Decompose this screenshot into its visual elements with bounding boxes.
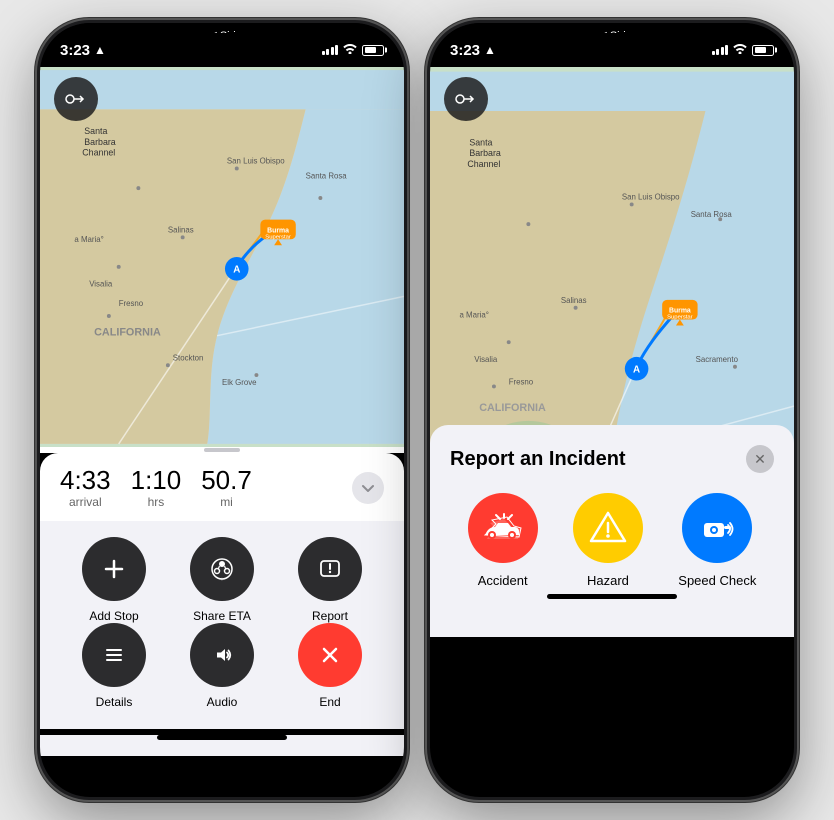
- hazard-icon: [573, 493, 643, 563]
- svg-text:Sacramento: Sacramento: [696, 355, 739, 364]
- svg-text:A: A: [633, 365, 640, 376]
- details-label: Details: [96, 695, 133, 709]
- home-indicator-1: [157, 735, 287, 740]
- speed-check-label: Speed Check: [678, 573, 756, 588]
- speed-check-option[interactable]: Speed Check: [678, 493, 756, 588]
- svg-text:Channel: Channel: [82, 148, 115, 158]
- svg-text:Fresno: Fresno: [509, 377, 534, 386]
- svg-text:Santa: Santa: [84, 126, 107, 136]
- dynamic-island: [162, 33, 282, 67]
- nav-back-button-1[interactable]: [54, 77, 98, 121]
- signal-bars-2: [712, 45, 729, 55]
- speed-check-icon: [682, 493, 752, 563]
- home-indicator-2: [547, 594, 677, 599]
- svg-text:Fresno: Fresno: [119, 299, 144, 308]
- svg-text:San Luis Obispo: San Luis Obispo: [227, 157, 285, 166]
- share-eta-label: Share ETA: [193, 609, 251, 623]
- svg-text:Stockton: Stockton: [173, 353, 204, 362]
- battery-icon-2: [752, 45, 774, 56]
- svg-text:Barbara: Barbara: [469, 148, 501, 158]
- incident-options: Accident Hazard: [450, 493, 774, 588]
- distance-value: 50.7: [201, 467, 252, 493]
- share-eta-button[interactable]: + Share ETA: [168, 537, 276, 623]
- svg-text:CALIFORNIA: CALIFORNIA: [94, 327, 161, 339]
- duration-label: hrs: [131, 495, 182, 509]
- svg-text:Santa Rosa: Santa Rosa: [306, 171, 348, 180]
- phone-2: 3:23 ▲ ◀ Siri: [427, 20, 797, 800]
- svg-text:Santa Rosa: Santa Rosa: [691, 210, 733, 219]
- dynamic-island-2: [552, 33, 672, 67]
- accident-option[interactable]: Accident: [468, 493, 538, 588]
- time-text-2: 3:23: [450, 42, 480, 59]
- location-arrow-1: ▲: [94, 43, 106, 57]
- action-grid-1: Add Stop + Share ETA: [40, 521, 404, 729]
- map-area-2[interactable]: YOSEMITE NATIONAL PARK Santa Barbara Cha…: [430, 67, 794, 637]
- expand-chevron-1[interactable]: [352, 472, 384, 504]
- audio-button[interactable]: Audio: [168, 623, 276, 709]
- svg-text:CALIFORNIA: CALIFORNIA: [479, 402, 546, 414]
- svg-text:+: +: [221, 577, 224, 583]
- svg-text:Salinas: Salinas: [168, 225, 194, 234]
- svg-text:Salinas: Salinas: [561, 296, 587, 305]
- incident-close-button[interactable]: ✕: [746, 445, 774, 473]
- svg-text:Elk Grove: Elk Grove: [222, 378, 257, 387]
- wifi-icon-2: [733, 43, 747, 57]
- end-button[interactable]: End: [276, 623, 384, 709]
- audio-label: Audio: [207, 695, 238, 709]
- location-arrow-2: ▲: [484, 43, 496, 57]
- status-right-2: [712, 43, 775, 57]
- duration-value: 1:10: [131, 467, 182, 493]
- svg-text:a Maria°: a Maria°: [74, 235, 103, 244]
- svg-text:Visalia: Visalia: [474, 355, 498, 364]
- svg-text:Visalia: Visalia: [89, 280, 113, 289]
- svg-text:Superstar: Superstar: [667, 315, 693, 321]
- route-stats-1: 4:33 arrival 1:10 hrs 50.7 mi: [60, 467, 252, 509]
- nav-back-button-2[interactable]: [444, 77, 488, 121]
- svg-text:San Luis Obispo: San Luis Obispo: [622, 193, 680, 202]
- add-stop-label: Add Stop: [89, 609, 138, 623]
- details-button[interactable]: Details: [60, 623, 168, 709]
- svg-text:Superstar: Superstar: [265, 234, 291, 240]
- incident-header: Report an Incident ✕: [450, 445, 774, 473]
- hazard-label: Hazard: [587, 573, 629, 588]
- svg-text:Santa: Santa: [469, 137, 492, 147]
- end-label: End: [319, 695, 340, 709]
- add-stop-button[interactable]: Add Stop: [60, 537, 168, 623]
- accident-icon: [468, 493, 538, 563]
- distance-stat: 50.7 mi: [201, 467, 252, 509]
- svg-text:a Maria°: a Maria°: [460, 311, 489, 320]
- wifi-icon-1: [343, 43, 357, 57]
- duration-stat: 1:10 hrs: [131, 467, 182, 509]
- arrival-time: 4:33: [60, 467, 111, 493]
- drag-handle-1[interactable]: [204, 448, 240, 452]
- time-text-1: 3:23: [60, 42, 90, 59]
- time-display-1: 3:23 ▲: [60, 42, 106, 59]
- report-label: Report: [312, 609, 348, 623]
- signal-bars-1: [322, 45, 339, 55]
- time-display-2: 3:23 ▲: [450, 42, 496, 59]
- route-info-1: 4:33 arrival 1:10 hrs 50.7 mi: [40, 453, 404, 521]
- incident-panel: Report an Incident ✕: [430, 425, 794, 637]
- arrival-label: arrival: [60, 495, 111, 509]
- phone-1: 3:23 ▲ ◀ Siri: [37, 20, 407, 800]
- distance-label: mi: [201, 495, 252, 509]
- svg-text:Barbara: Barbara: [84, 137, 116, 147]
- map-area-1[interactable]: Santa Barbara Channel San Luis Obispo a …: [40, 67, 404, 447]
- svg-text:Channel: Channel: [467, 159, 500, 169]
- accident-label: Accident: [478, 573, 528, 588]
- hazard-option[interactable]: Hazard: [573, 493, 643, 588]
- report-button[interactable]: Report: [276, 537, 384, 623]
- svg-text:A: A: [233, 265, 240, 276]
- battery-icon-1: [362, 45, 384, 56]
- incident-title: Report an Incident: [450, 448, 626, 471]
- status-right-1: [322, 43, 385, 57]
- arrival-stat: 4:33 arrival: [60, 467, 111, 509]
